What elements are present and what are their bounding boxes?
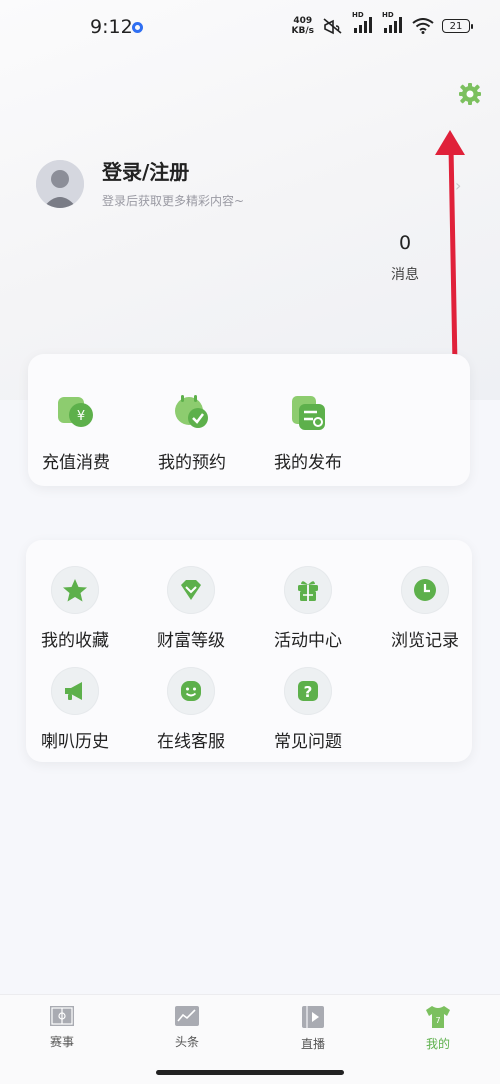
quick-action-publish[interactable]: 我的发布 xyxy=(253,390,363,473)
publish-icon xyxy=(285,390,331,436)
gift-icon xyxy=(284,566,332,614)
service-faq[interactable]: ? 常见问题 xyxy=(253,667,363,752)
megaphone-icon xyxy=(51,667,99,715)
user-silhouette-icon xyxy=(36,160,84,208)
clock-icon xyxy=(401,566,449,614)
signal-2: HD xyxy=(382,11,404,36)
settings-gear-icon[interactable] xyxy=(458,82,482,106)
svg-text:?: ? xyxy=(304,683,313,701)
annotation-arrow-icon xyxy=(435,130,465,368)
quick-actions-card: ¥ 充值消费 我的预约 我的发布 xyxy=(28,354,470,486)
signal-icon xyxy=(354,16,372,33)
message-count[interactable]: 0 xyxy=(380,232,430,254)
status-icons: 409 KB/s HD HD 21 xyxy=(291,11,473,36)
chevron-right-icon[interactable]: › xyxy=(455,176,461,195)
home-indicator[interactable] xyxy=(156,1070,344,1075)
battery-icon: 21 xyxy=(442,19,473,33)
message-label[interactable]: 消息 xyxy=(380,264,430,284)
svg-text:7: 7 xyxy=(435,1016,440,1025)
smile-icon xyxy=(167,667,215,715)
field-icon xyxy=(50,1006,74,1026)
chart-board-icon xyxy=(175,1006,199,1026)
login-register-link[interactable]: 登录/注册 xyxy=(102,156,189,185)
tab-mine[interactable]: 7 我的 xyxy=(398,1005,478,1052)
service-online-support[interactable]: 在线客服 xyxy=(136,667,246,752)
service-activity-center[interactable]: 活动中心 xyxy=(253,566,363,651)
services-card: 我的收藏 财富等级 活动中心 浏览记录 喇叭历史 在线客服 ? 常见问题 xyxy=(26,540,472,762)
tab-live[interactable]: 直播 xyxy=(273,1005,353,1052)
svg-text:¥: ¥ xyxy=(77,409,85,424)
status-bar: 9:12 409 KB/s HD HD 21 xyxy=(0,0,500,58)
wifi-icon xyxy=(412,18,434,34)
star-icon xyxy=(51,566,99,614)
service-wealth-level[interactable]: 财富等级 xyxy=(136,566,246,651)
signal-1: HD xyxy=(352,11,374,36)
tab-headlines[interactable]: 头条 xyxy=(147,1005,227,1050)
tab-matches[interactable]: 赛事 xyxy=(22,1005,102,1050)
recharge-icon: ¥ xyxy=(53,390,99,436)
quick-action-recharge[interactable]: ¥ 充值消费 xyxy=(21,390,131,473)
mute-icon xyxy=(323,18,342,35)
quick-action-reservation[interactable]: 我的预约 xyxy=(137,390,247,473)
reservation-icon xyxy=(169,390,215,436)
service-horn-history[interactable]: 喇叭历史 xyxy=(20,667,130,752)
question-icon: ? xyxy=(284,667,332,715)
service-favorites[interactable]: 我的收藏 xyxy=(20,566,130,651)
service-browse-history[interactable]: 浏览记录 xyxy=(370,566,480,651)
signal-icon xyxy=(384,16,402,33)
avatar[interactable] xyxy=(36,160,84,208)
play-icon xyxy=(302,1006,324,1028)
login-subtitle: 登录后获取更多精彩内容~ xyxy=(102,194,245,208)
notification-dot-icon xyxy=(132,22,143,33)
gem-icon xyxy=(167,566,215,614)
status-time: 9:12 xyxy=(90,16,133,38)
jersey-icon: 7 xyxy=(426,1006,450,1028)
net-speed: 409 KB/s xyxy=(291,16,314,36)
